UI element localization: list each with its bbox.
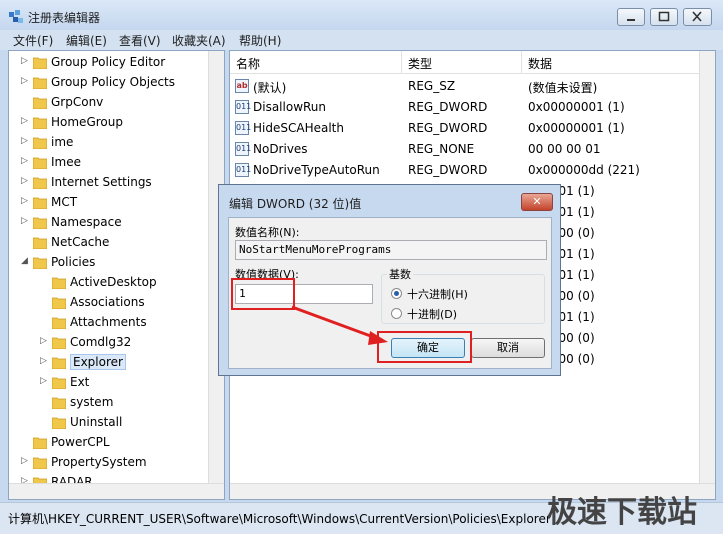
annotation-arrow bbox=[291, 305, 388, 345]
